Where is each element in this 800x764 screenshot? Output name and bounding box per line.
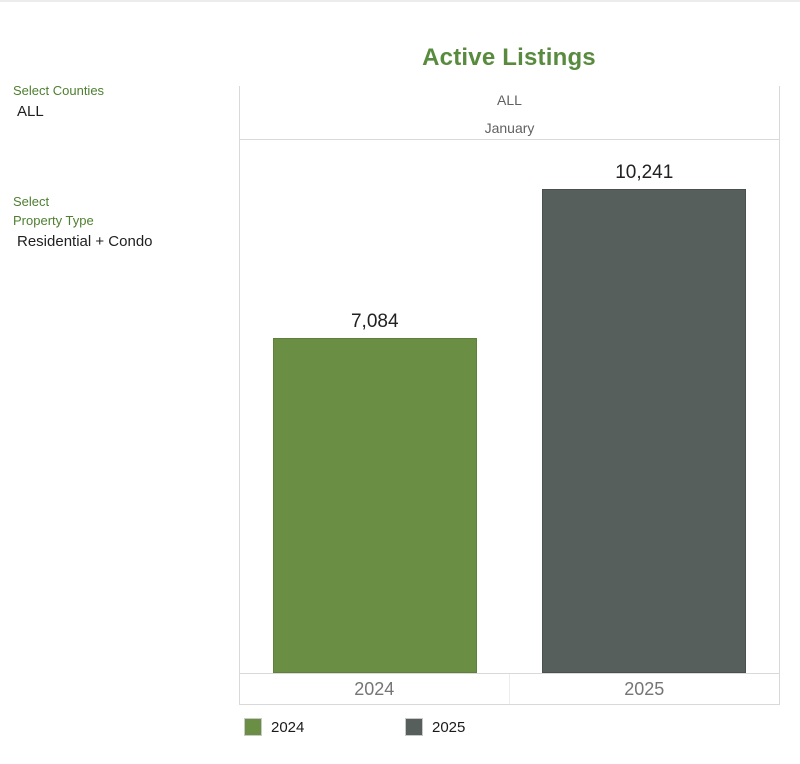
property-type-filter: Select Property Type Residential + Condo <box>13 192 153 252</box>
legend-label-2025: 2025 <box>432 719 465 736</box>
card-top-edge <box>0 0 800 2</box>
property-type-filter-label-line1: Select <box>13 192 153 211</box>
bar-value-2024: 7,084 <box>351 311 399 333</box>
chart-header-month: January <box>240 121 779 135</box>
counties-filter-value[interactable]: ALL <box>13 102 104 122</box>
bar-slot-2024: 7,084 <box>240 140 510 673</box>
x-axis: 2024 2025 <box>240 674 779 705</box>
active-listings-chart: ALL January 7,084 10,241 2024 2025 <box>239 86 780 705</box>
legend-item-2024: 2024 <box>244 718 304 736</box>
legend-label-2024: 2024 <box>271 719 304 736</box>
legend-swatch-2025 <box>405 718 423 736</box>
chart-header-counties: ALL <box>240 93 779 107</box>
legend-item-2025: 2025 <box>405 718 465 736</box>
page-title: Active Listings <box>239 44 779 72</box>
bar-value-2025: 10,241 <box>615 162 673 184</box>
counties-filter: Select Counties ALL <box>13 81 104 122</box>
counties-filter-label: Select Counties <box>13 81 104 100</box>
legend-swatch-2024 <box>244 718 262 736</box>
bar-slot-2025: 10,241 <box>510 140 780 673</box>
bar-2024[interactable] <box>273 338 477 673</box>
x-axis-label-2024: 2024 <box>240 674 510 704</box>
property-type-filter-value[interactable]: Residential + Condo <box>13 232 153 252</box>
bar-2025[interactable] <box>542 189 746 673</box>
property-type-filter-label-line2: Property Type <box>13 211 153 230</box>
x-axis-label-2025: 2025 <box>510 674 780 704</box>
chart-header: ALL January <box>240 86 779 140</box>
plot-area: 7,084 10,241 <box>240 140 779 674</box>
